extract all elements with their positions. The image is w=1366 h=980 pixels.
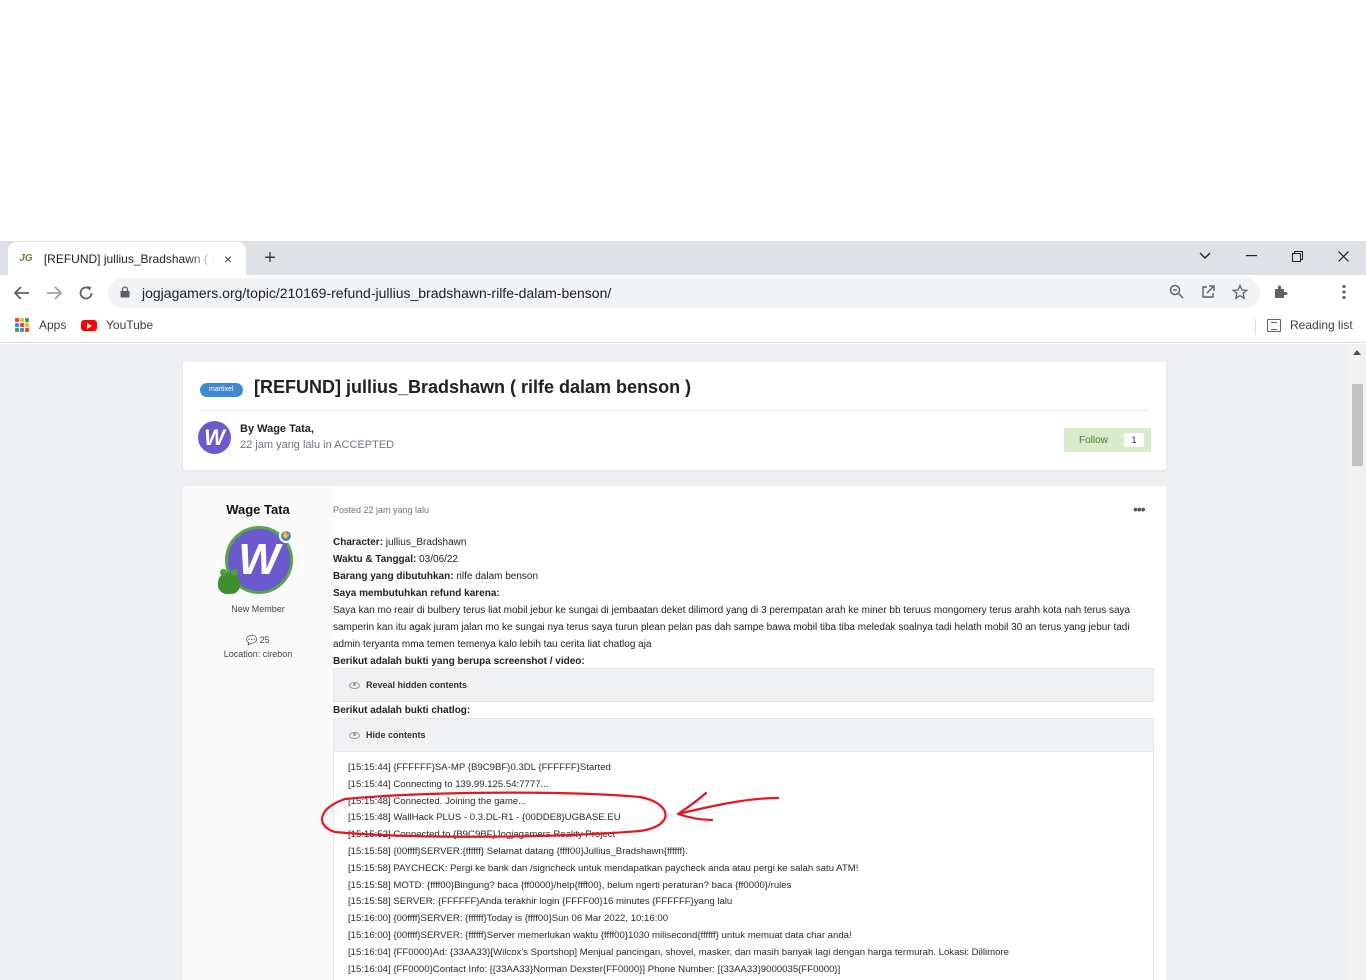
chatlog-line: [15:15:58] MOTD: {ffff00}Bingung? baca {… xyxy=(348,879,792,891)
scroll-up-arrow-icon[interactable] xyxy=(1353,350,1361,355)
eye-icon xyxy=(349,731,360,739)
screenshot-spoiler: Reveal hidden contents xyxy=(333,668,1154,702)
restore-icon[interactable] xyxy=(1274,241,1320,271)
bookmark-apps[interactable]: Apps xyxy=(15,318,66,332)
chatlog-heading-row: Berikut adalah bukti chatlog: xyxy=(333,702,1153,719)
follow-button[interactable]: Follow 1 xyxy=(1064,428,1151,452)
tab-close-icon[interactable]: × xyxy=(220,251,236,267)
apps-grid-icon xyxy=(15,318,29,332)
field-date: Waktu & Tanggal: 03/06/22 xyxy=(333,554,459,565)
posted-date[interactable]: Posted 22 jam yang lalu xyxy=(333,505,429,515)
close-window-icon[interactable] xyxy=(1320,241,1366,271)
chatlog-line: [15:16:04] {FF0000}Contact Info: [{33AA3… xyxy=(348,963,841,975)
divider xyxy=(200,410,1150,411)
more-options-icon[interactable]: ••• xyxy=(1133,501,1146,517)
forward-icon[interactable] xyxy=(42,281,66,305)
bookmarks-divider xyxy=(1255,319,1256,335)
tab-title: [REFUND] jullius_Bradshawn ( rilfe dalam… xyxy=(43,251,215,266)
chatlog-line: [15:16:00] {00ffff}SERVER: {ffffff}Today… xyxy=(348,913,669,925)
bookmarks-bar: Apps YouTube Reading list xyxy=(0,311,1366,343)
spoiler-label: Hide contents xyxy=(366,730,426,740)
chatlog-line: [15:16:00] {00ffff}SERVER: {ffffff}Serve… xyxy=(348,929,852,941)
lock-icon[interactable] xyxy=(120,286,130,298)
scrollbar-thumb[interactable] xyxy=(1352,384,1363,466)
field-item: Barang yang dibutuhkan: rilfe dalam bens… xyxy=(333,571,539,582)
bookmark-star-icon[interactable] xyxy=(1230,283,1250,304)
reveal-hidden-contents-button[interactable]: Reveal hidden contents xyxy=(334,669,1153,701)
field-reason-label: Saya membutuhkan refund karena: xyxy=(333,588,500,599)
chatlog-content: [15:15:44] {FFFFFF}SA-MP {B9C9BF}0.3DL {… xyxy=(334,751,1153,980)
follow-label: Follow xyxy=(1079,434,1108,446)
zoom-icon[interactable] xyxy=(1166,284,1186,304)
blank-area-above-browser xyxy=(0,0,1366,241)
chatlog-spoiler: Hide contents [15:15:44] {FFFFFF}SA-MP {… xyxy=(333,718,1154,980)
post-count: 💬 25 xyxy=(246,635,270,645)
minimize-icon[interactable] xyxy=(1228,241,1274,271)
share-icon[interactable] xyxy=(1198,284,1218,304)
tab-search-icon[interactable] xyxy=(1182,241,1228,271)
post: Wage Tata W ✋ New Member 💬 25 Location: c… xyxy=(183,486,1166,980)
online-status-icon: ✋ xyxy=(279,529,293,543)
chatlog-line: [15:15:48] WallHack PLUS - 0.3.DL-R1 - {… xyxy=(348,812,621,824)
page-viewport: martixel [REFUND] jullius_Bradshawn ( ri… xyxy=(0,344,1366,980)
browser-tab[interactable]: JG [REFUND] jullius_Bradshawn ( rilfe da… xyxy=(8,242,246,275)
rank-frog-icon xyxy=(218,569,240,594)
topic-date-line: 22 jam yang lalu in ACCEPTED xyxy=(240,439,395,451)
reading-list-icon xyxy=(1267,318,1281,332)
comment-icon: 💬 xyxy=(246,635,258,645)
browser-toolbar: jogjagamers.org/topic/210169-refund-jull… xyxy=(0,275,1366,311)
reading-list-label: Reading list xyxy=(1290,318,1353,332)
chatlog-line: [15:15:44] Connecting to 139.99.125.54:7… xyxy=(348,778,549,790)
spoiler-label: Reveal hidden contents xyxy=(366,680,468,690)
chatlog-line: [15:15:58] {00ffff}SERVER:{ffffff} Selam… xyxy=(348,845,688,857)
topic-prefix-badge[interactable]: martixel xyxy=(200,383,243,397)
member-rank: New Member xyxy=(231,604,285,614)
refund-reason: Saya kan mo reair di bulbery terus liat … xyxy=(333,605,1131,650)
extensions-icon[interactable] xyxy=(1270,284,1290,304)
page-title: [REFUND] jullius_Bradshawn ( rilfe dalam… xyxy=(254,377,692,397)
eye-icon xyxy=(349,681,360,689)
page-scrollbar[interactable] xyxy=(1349,344,1366,980)
site-favicon-icon: JG xyxy=(19,253,33,264)
address-bar[interactable]: jogjagamers.org/topic/210169-refund-jull… xyxy=(108,278,1260,308)
chatlog-line: [15:15:52] Connected to {B9C9BF}Jogjagam… xyxy=(348,829,616,841)
youtube-icon xyxy=(81,319,97,331)
chatlog-line: [15:15:58] SERVER: {FFFFFF}Anda terakhir… xyxy=(348,896,733,908)
tab-strip: JG [REFUND] jullius_Bradshawn ( rilfe da… xyxy=(0,241,1366,275)
post-author-name[interactable]: Wage Tata xyxy=(183,502,333,517)
post-author-panel: Wage Tata W ✋ New Member 💬 25 Location: c… xyxy=(183,486,333,980)
topic-author-line[interactable]: By Wage Tata, xyxy=(240,423,314,435)
menu-kebab-icon[interactable] xyxy=(1334,284,1354,304)
reading-list-button[interactable]: Reading list xyxy=(1267,318,1353,332)
chatlog-line: [15:15:58] PAYCHECK: Pergi ke bank dan /… xyxy=(348,862,859,874)
url-text[interactable]: jogjagamers.org/topic/210169-refund-jull… xyxy=(142,285,611,301)
chatlog-line: [15:15:48] Connected. Joining the game..… xyxy=(348,795,527,807)
follow-count: 1 xyxy=(1124,433,1144,447)
bookmark-label: YouTube xyxy=(106,318,154,332)
bookmark-label: Apps xyxy=(39,318,67,332)
back-icon[interactable] xyxy=(10,281,34,305)
field-character: Character: jullius_Bradshawn xyxy=(333,537,467,548)
chatlog-heading: Berikut adalah bukti chatlog: xyxy=(333,705,471,716)
hide-contents-button[interactable]: Hide contents xyxy=(334,719,1153,751)
author-location: Location: cirebon xyxy=(223,649,293,659)
chatlog-line: [15:15:44] {FFFFFF}SA-MP {B9C9BF}0.3DL {… xyxy=(348,762,611,773)
reload-icon[interactable] xyxy=(74,281,98,305)
author-avatar[interactable]: W xyxy=(198,421,231,454)
topic-header: martixel [REFUND] jullius_Bradshawn ( ri… xyxy=(183,362,1166,470)
bookmark-youtube[interactable]: YouTube xyxy=(81,318,153,332)
post-body: Character: jullius_Bradshawn Waktu & Tan… xyxy=(333,534,1153,670)
chatlog-line: [15:16:04] {FF0000}Ad: {33AA33}[Wilcox's… xyxy=(348,946,1009,958)
new-tab-button[interactable]: + xyxy=(258,247,282,271)
